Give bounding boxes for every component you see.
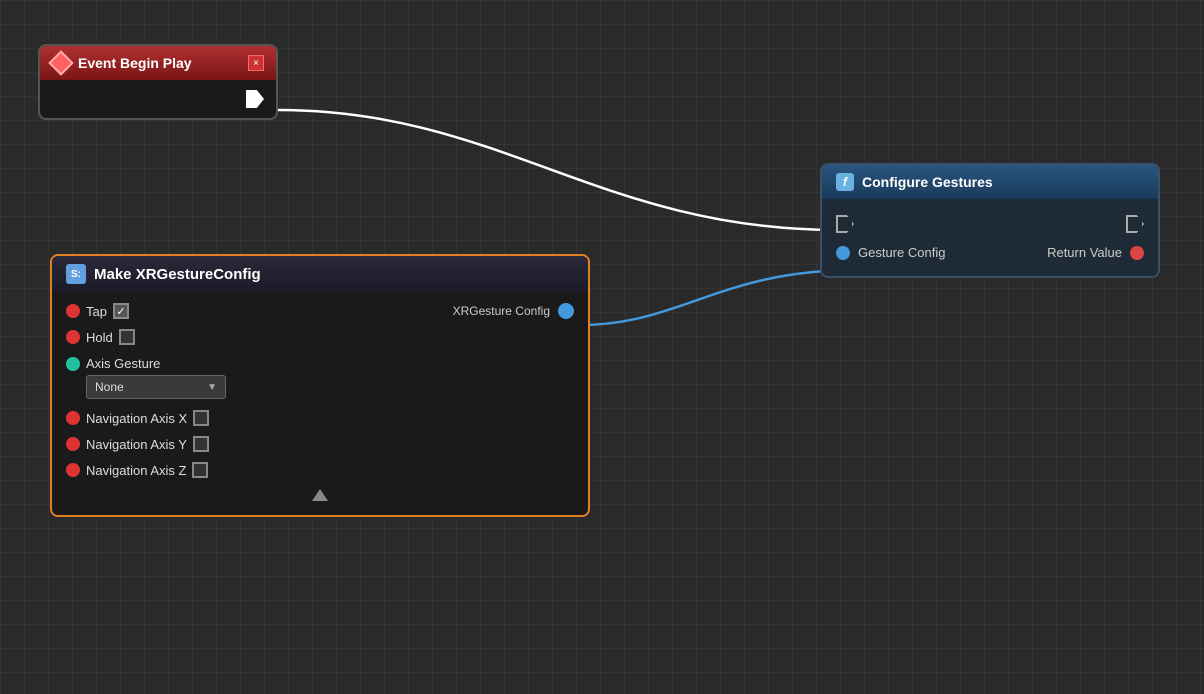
nav-y-pin[interactable]	[66, 437, 80, 451]
tap-checkbox[interactable]	[113, 303, 129, 319]
gesture-config-left: Gesture Config	[836, 245, 945, 260]
event-begin-play-node: Event Begin Play ×	[38, 44, 278, 120]
axis-gesture-pin[interactable]	[66, 357, 80, 371]
nav-y-checkbox[interactable]	[193, 436, 209, 452]
hold-pin[interactable]	[66, 330, 80, 344]
nav-x-left: Navigation Axis X	[66, 410, 574, 426]
tap-left: Tap	[66, 303, 453, 319]
nav-z-left: Navigation Axis Z	[66, 462, 574, 478]
return-value-pin[interactable]	[1130, 246, 1144, 260]
nav-y-label: Navigation Axis Y	[86, 437, 187, 452]
tap-label: Tap	[86, 304, 107, 319]
nav-z-checkbox[interactable]	[192, 462, 208, 478]
gesture-config-label: Gesture Config	[858, 245, 945, 260]
hold-checkbox[interactable]	[119, 329, 135, 345]
xr-config-right: XRGesture Config	[453, 303, 574, 319]
tap-pin[interactable]	[66, 304, 80, 318]
xr-config-output-pin[interactable]	[558, 303, 574, 319]
exec-input-pin[interactable]	[836, 215, 854, 233]
nav-z-label: Navigation Axis Z	[86, 463, 186, 478]
hold-label: Hold	[86, 330, 113, 345]
exec-output-pin[interactable]	[246, 90, 264, 108]
axis-gesture-left: Axis Gesture	[66, 356, 574, 371]
configure-gestures-body: Gesture Config Return Value	[822, 199, 1158, 276]
configure-exec-right	[1126, 215, 1144, 233]
axis-gesture-value: None	[95, 380, 124, 394]
scroll-up-arrow-icon[interactable]	[312, 489, 328, 501]
hold-row: Hold	[52, 324, 588, 350]
make-xrgestureconfig-node: S: Make XRGestureConfig Tap XRGesture Co…	[50, 254, 590, 517]
event-begin-play-body	[40, 80, 276, 118]
make-icon: S:	[66, 264, 86, 284]
event-close-button[interactable]: ×	[248, 55, 264, 71]
return-value-right: Return Value	[1047, 245, 1144, 260]
axis-gesture-section: Axis Gesture None ▼	[52, 350, 588, 401]
event-begin-play-header: Event Begin Play ×	[40, 46, 276, 80]
config-wire	[580, 270, 856, 325]
make-xr-header: S: Make XRGestureConfig	[52, 256, 588, 292]
nav-y-left: Navigation Axis Y	[66, 436, 574, 452]
nav-x-checkbox[interactable]	[193, 410, 209, 426]
exec-wire	[278, 110, 838, 230]
xr-config-output-label: XRGesture Config	[453, 304, 550, 318]
configure-exec-left	[836, 215, 854, 233]
configure-exec-row	[822, 209, 1158, 239]
configure-gestures-title: Configure Gestures	[862, 174, 993, 190]
make-xr-title: Make XRGestureConfig	[94, 266, 261, 283]
nav-axis-y-row: Navigation Axis Y	[52, 431, 588, 457]
axis-gesture-dropdown[interactable]: None ▼	[86, 375, 226, 399]
nav-z-pin[interactable]	[66, 463, 80, 477]
event-begin-play-title: Event Begin Play	[78, 55, 240, 71]
event-icon	[48, 50, 73, 75]
function-icon: f	[836, 173, 854, 191]
axis-gesture-label: Axis Gesture	[86, 356, 160, 371]
configure-gestures-header: f Configure Gestures	[822, 165, 1158, 199]
nav-x-pin[interactable]	[66, 411, 80, 425]
axis-gesture-dropdown-wrapper: None ▼	[66, 375, 574, 399]
exec-output-pin-configure[interactable]	[1126, 215, 1144, 233]
close-icon: ×	[253, 58, 259, 69]
hold-left: Hold	[66, 329, 574, 345]
configure-params-row: Gesture Config Return Value	[822, 239, 1158, 266]
nav-axis-x-row: Navigation Axis X	[52, 405, 588, 431]
dropdown-arrow-icon: ▼	[207, 382, 217, 393]
scroll-arrow-area	[52, 483, 588, 505]
configure-gestures-node: f Configure Gestures Gesture Config Retu…	[820, 163, 1160, 278]
nav-axis-z-row: Navigation Axis Z	[52, 457, 588, 483]
gesture-config-pin[interactable]	[836, 246, 850, 260]
return-value-label: Return Value	[1047, 245, 1122, 260]
nav-x-label: Navigation Axis X	[86, 411, 187, 426]
make-xr-body: Tap XRGesture Config Hold Axis Gesture	[52, 292, 588, 515]
tap-row: Tap XRGesture Config	[52, 298, 588, 324]
